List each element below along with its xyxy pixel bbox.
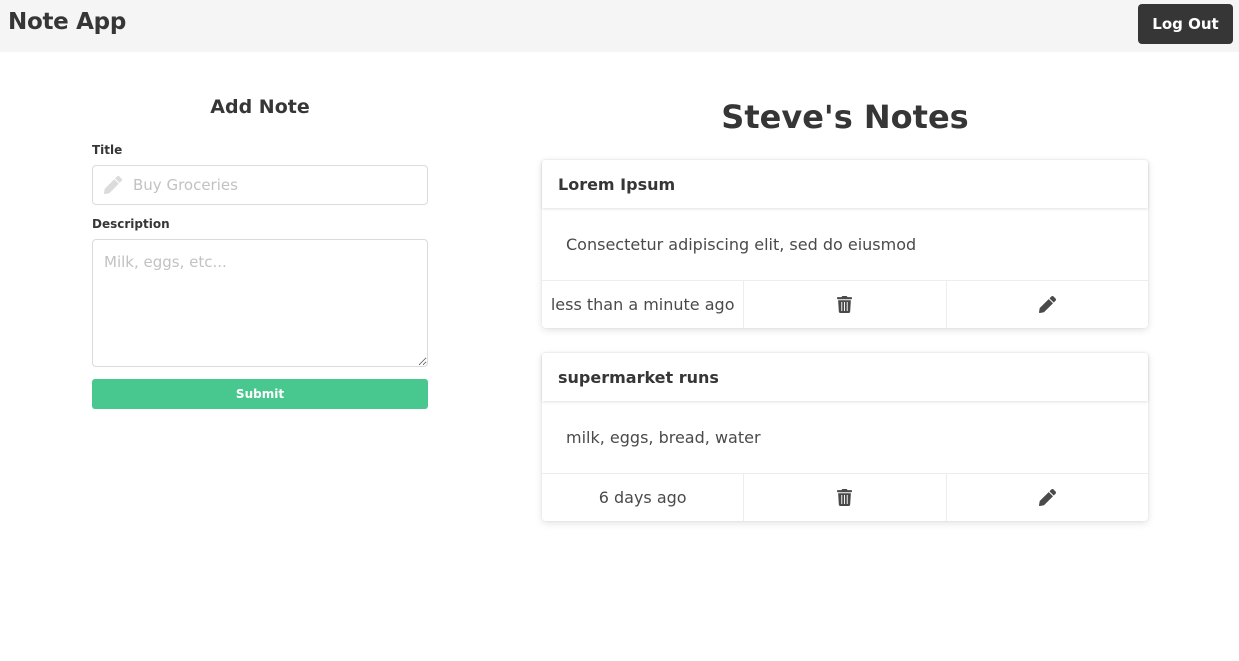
pencil-icon <box>104 176 122 194</box>
note-footer: 6 days ago <box>542 473 1148 521</box>
add-note-form: Add Note Title Description Submit <box>92 96 428 409</box>
app-brand[interactable]: Note App <box>8 9 126 35</box>
logout-button[interactable]: Log Out <box>1138 4 1233 44</box>
edit-note-button[interactable] <box>945 474 1148 521</box>
description-label: Description <box>92 217 170 231</box>
title-input[interactable] <box>92 165 428 205</box>
note-timestamp: less than a minute ago <box>550 295 735 314</box>
note-timestamp: 6 days ago <box>598 488 687 507</box>
navbar: Note App Log Out <box>0 0 1239 52</box>
trash-icon <box>837 296 853 313</box>
description-textarea[interactable] <box>92 239 428 367</box>
pencil-icon <box>1038 296 1056 313</box>
note-title: Lorem Ipsum <box>542 160 1148 208</box>
trash-icon <box>837 489 853 506</box>
title-field-wrapper <box>92 165 428 205</box>
note-card: Lorem Ipsum Consectetur adipiscing elit,… <box>542 160 1148 328</box>
pencil-icon <box>1038 489 1056 506</box>
note-footer: less than a minute ago <box>542 280 1148 328</box>
note-title: supermarket runs <box>542 353 1148 401</box>
submit-button[interactable]: Submit <box>92 379 428 409</box>
edit-note-button[interactable] <box>945 281 1148 328</box>
add-note-heading: Add Note <box>210 96 310 118</box>
delete-note-button[interactable] <box>743 474 945 521</box>
title-label: Title <box>92 143 123 157</box>
note-card: supermarket runs milk, eggs, bread, wate… <box>542 353 1148 521</box>
note-body: Consectetur adipiscing elit, sed do eius… <box>566 234 917 254</box>
delete-note-button[interactable] <box>743 281 945 328</box>
note-body: milk, eggs, bread, water <box>566 427 761 447</box>
notes-heading: Steve's Notes <box>721 98 969 136</box>
